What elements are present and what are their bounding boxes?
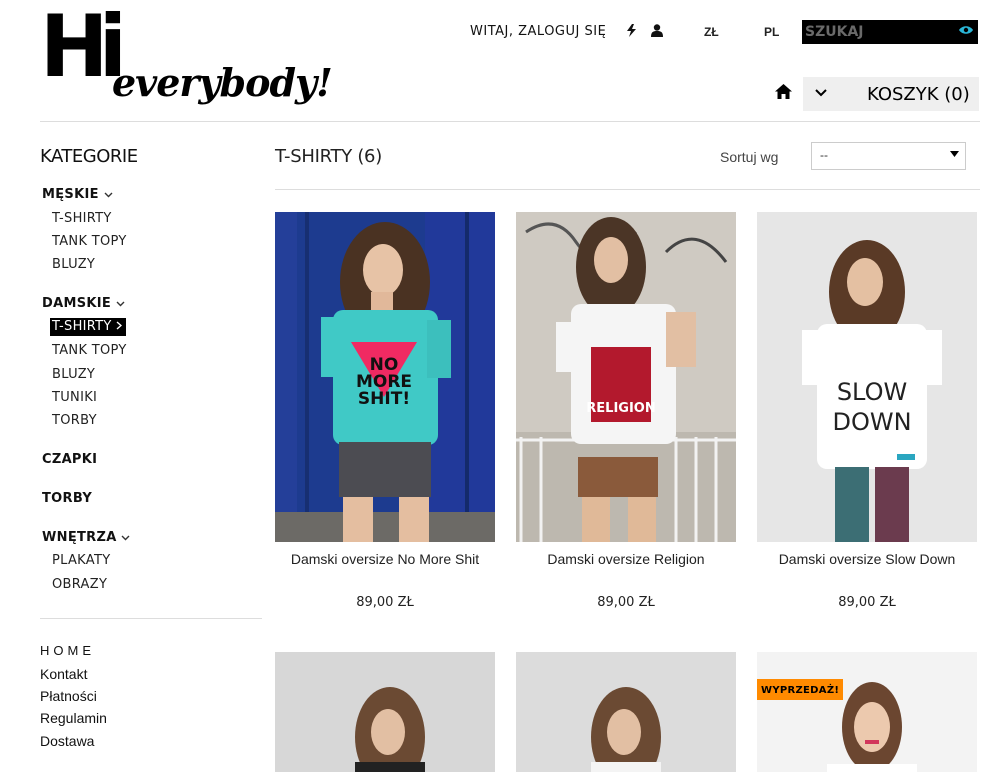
currency-selector[interactable]: ZŁ	[704, 25, 719, 39]
product-image[interactable]: RELIGION	[516, 212, 736, 542]
svg-text:SHIT!: SHIT!	[358, 389, 410, 409]
eye-icon[interactable]	[959, 24, 973, 38]
footer-link-regulamin[interactable]: Regulamin	[40, 710, 107, 726]
category-label: MĘSKIE	[42, 187, 99, 202]
footer-link-dostawa[interactable]: Dostawa	[40, 733, 94, 749]
category-wnetrza[interactable]: WNĘTRZA	[42, 530, 130, 545]
home-icon[interactable]	[775, 84, 792, 104]
footer-link-home[interactable]: HOME	[40, 643, 95, 658]
product-name[interactable]: Damski oversize Slow Down	[757, 551, 977, 567]
search-input[interactable]	[805, 22, 945, 42]
sidebar-item-meskie-tank-topy[interactable]: TANK TOPY	[52, 234, 127, 249]
search-box	[802, 20, 978, 44]
logo-everybody: everybody!	[112, 60, 333, 105]
product-image[interactable]: NO MORE SHIT!	[275, 212, 495, 542]
sidebar-item-label: T-SHIRTY	[52, 319, 112, 334]
product-image[interactable]: SLOW DOWN	[757, 212, 977, 542]
user-icon[interactable]	[651, 24, 663, 40]
svg-text:RELIGION: RELIGION	[586, 401, 655, 416]
svg-text:DOWN: DOWN	[832, 408, 911, 436]
sidebar-title: KATEGORIE	[40, 146, 138, 167]
chevron-down-icon[interactable]	[104, 187, 113, 202]
sort-select[interactable]: --	[811, 142, 966, 170]
category-meskie[interactable]: MĘSKIE	[42, 187, 113, 202]
logo-hi: Hi	[40, 0, 127, 97]
chevron-right-icon	[116, 319, 123, 334]
sidebar-item-meskie-tshirty[interactable]: T-SHIRTY	[52, 211, 112, 226]
page-title: T-SHIRTY (6)	[275, 146, 382, 167]
product-price: 89,00 ZŁ	[356, 595, 414, 610]
bolt-icon[interactable]	[627, 24, 636, 40]
sale-badge: WYPRZEDAŻ!	[757, 679, 844, 700]
chevron-down-icon[interactable]	[121, 530, 130, 545]
sidebar-divider	[40, 618, 262, 619]
logo[interactable]: Hi everybody!	[40, 4, 333, 110]
sidebar-item-damskie-torby[interactable]: TORBY	[52, 413, 97, 428]
header-divider	[40, 121, 980, 122]
product-image[interactable]	[275, 652, 495, 772]
product-price: 89,00 ZŁ	[597, 595, 655, 610]
sort-label: Sortuj wg	[720, 149, 779, 165]
language-selector[interactable]: PL	[764, 25, 779, 39]
sidebar-item-wnetrza-plakaty[interactable]: PLAKATY	[52, 553, 110, 568]
product-image[interactable]	[516, 652, 736, 772]
cart-button[interactable]: KOSZYK (0)	[803, 77, 979, 111]
login-link[interactable]: WITAJ, ZALOGUJ SIĘ	[470, 24, 606, 42]
caret-down-icon	[950, 149, 959, 159]
svg-text:SLOW: SLOW	[837, 378, 907, 406]
product-name[interactable]: Damski oversize Religion	[516, 551, 736, 567]
sidebar-item-damskie-bluzy[interactable]: BLUZY	[52, 367, 95, 382]
cart-label: KOSZYK (0)	[867, 84, 970, 105]
sidebar-item-damskie-tuniki[interactable]: TUNIKI	[52, 390, 97, 405]
chevron-down-icon[interactable]	[116, 296, 125, 311]
product-image[interactable]	[757, 652, 977, 772]
category-label: WNĘTRZA	[42, 530, 117, 545]
product-price: 89,00 ZŁ	[838, 595, 896, 610]
category-label: DAMSKIE	[42, 296, 112, 311]
sidebar-item-wnetrza-obrazy[interactable]: OBRAZY	[52, 577, 107, 592]
sidebar-item-meskie-bluzy[interactable]: BLUZY	[52, 257, 95, 272]
category-czapki[interactable]: CZAPKI	[42, 452, 97, 467]
sort-value: --	[820, 148, 828, 162]
footer-link-kontakt[interactable]: Kontakt	[40, 666, 87, 682]
category-torby[interactable]: TORBY	[42, 491, 92, 506]
sidebar-item-damskie-tank-topy[interactable]: TANK TOPY	[52, 343, 127, 358]
chevron-down-icon[interactable]	[815, 84, 827, 100]
category-damskie[interactable]: DAMSKIE	[42, 296, 125, 311]
title-divider	[275, 189, 980, 190]
product-name[interactable]: Damski oversize No More Shit	[275, 551, 495, 567]
sidebar-item-damskie-tshirty-active[interactable]: T-SHIRTY	[50, 318, 127, 336]
footer-link-platnosci[interactable]: Płatności	[40, 688, 97, 704]
